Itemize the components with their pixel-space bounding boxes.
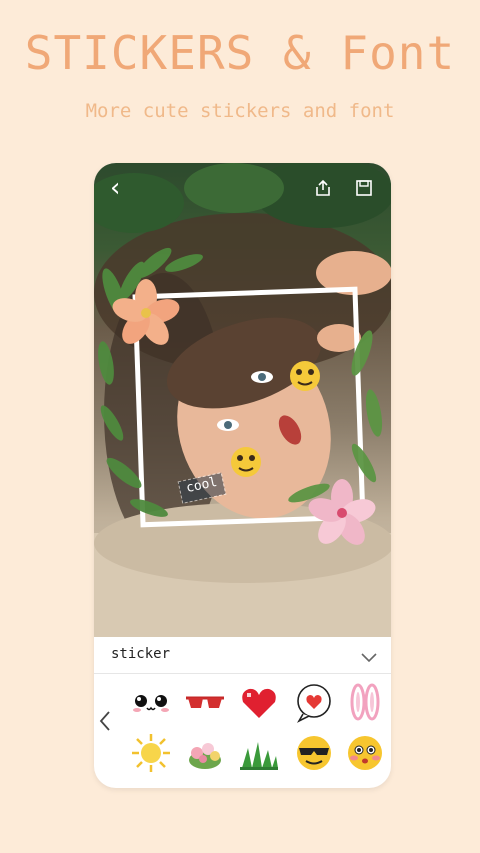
- photo-canvas[interactable]: cool: [94, 163, 391, 637]
- headline: STICKERS & Font: [24, 26, 456, 80]
- grass-sticker[interactable]: [238, 732, 280, 774]
- share-button[interactable]: [314, 179, 332, 197]
- flower-bouquet-sticker[interactable]: [184, 732, 226, 774]
- emoji-sticker-upper: [290, 361, 320, 391]
- heart-speech-bubble-sticker[interactable]: [293, 682, 335, 724]
- bunny-ears-sticker[interactable]: [344, 682, 386, 724]
- chevron-down-icon: [361, 653, 377, 663]
- emoji-sticker-lower: [231, 447, 261, 477]
- share-icon: [316, 179, 330, 196]
- panel-title: sticker: [111, 646, 171, 662]
- shy-emoji-sticker[interactable]: [344, 732, 386, 774]
- previous-stickers-button[interactable]: [98, 710, 112, 732]
- back-button[interactable]: ‹: [110, 175, 120, 201]
- cool-emoji-sticker[interactable]: [293, 732, 335, 774]
- pixel-heart-sticker[interactable]: [238, 682, 280, 724]
- sun-sticker[interactable]: [130, 732, 172, 774]
- save-icon: [356, 180, 372, 196]
- collapse-panel-button[interactable]: [361, 648, 377, 663]
- photo-illustration: [94, 163, 391, 637]
- sticker-tray: [94, 674, 391, 788]
- save-button[interactable]: [355, 179, 373, 197]
- kawaii-eyes-sticker[interactable]: [130, 682, 172, 724]
- sunglasses-sticker[interactable]: [184, 682, 226, 724]
- subheadline: More cute stickers and font: [85, 100, 395, 122]
- phone-frame: cool ‹ sticker: [94, 163, 391, 788]
- chevron-left-icon: ‹: [110, 173, 121, 203]
- sticker-panel-header: sticker: [94, 637, 391, 674]
- chevron-left-icon: [99, 711, 110, 731]
